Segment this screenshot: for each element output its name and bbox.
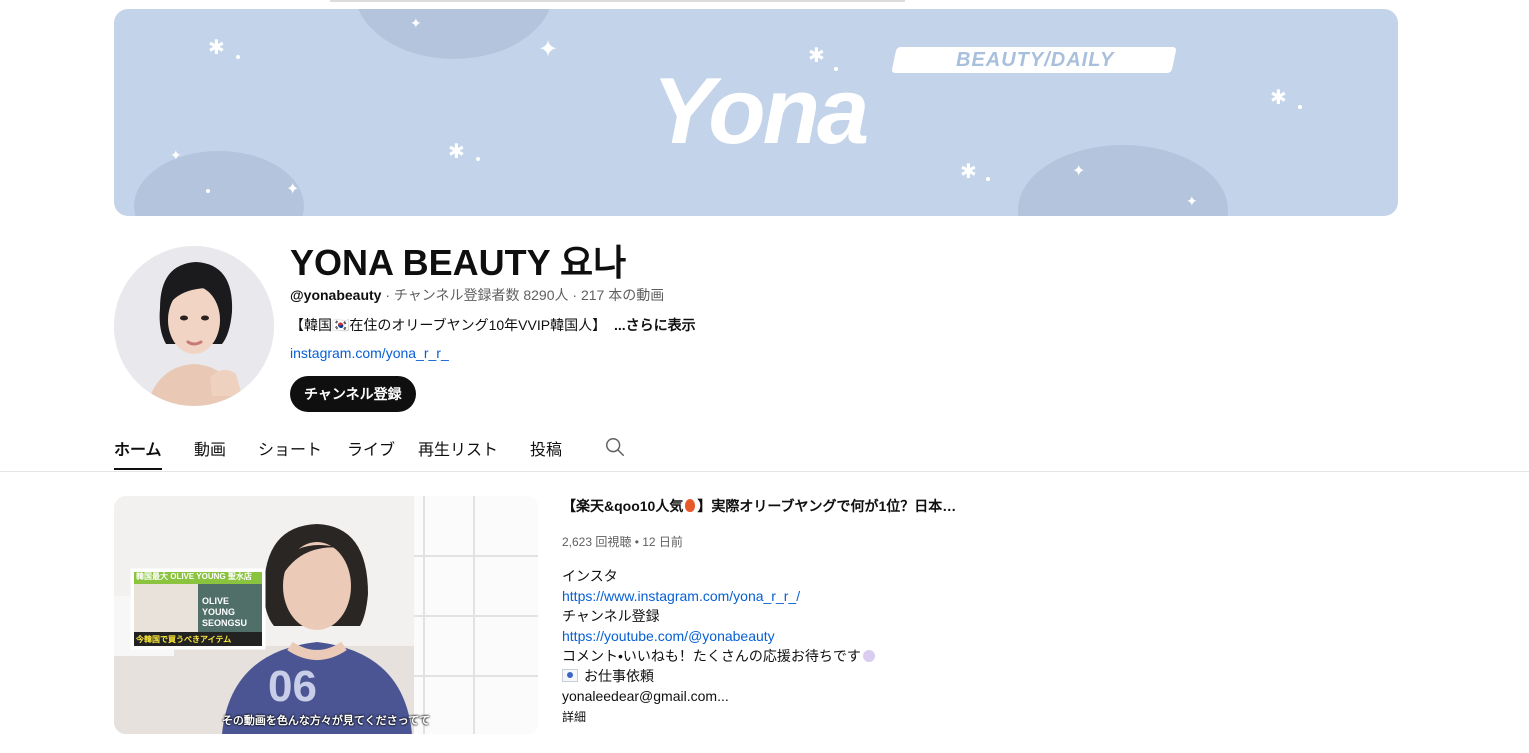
channel-banner: ✱ ✦ ✦ ✱ ✦ ✦ ✱ ✱ ✦ ✦ ✱ BEAUTY/DAILY Yona [114, 9, 1398, 216]
description-youtube-link[interactable]: https://youtube.com/@yonabeauty [562, 628, 775, 644]
channel-handle: @yonabeauty [290, 287, 382, 303]
thumbnail-card-top: 韓国最大 OLIVE YOUNG 聖水店 [136, 572, 252, 581]
search-icon[interactable] [604, 436, 626, 458]
description-line: yonaleedear@gmail.com... [562, 688, 729, 704]
banner-blob [354, 9, 554, 59]
thumbnail-subtitle: その動画を色んな方々が見てくださってて [221, 715, 431, 727]
sparkle-icon: ✦ [538, 35, 559, 63]
channel-avatar[interactable] [114, 246, 274, 406]
show-more-link[interactable]: ...さらに表示 [614, 317, 696, 333]
subscribe-button[interactable]: チャンネル登録 [290, 376, 416, 412]
description-instagram-link[interactable]: https://www.instagram.com/yona_r_r_/ [562, 588, 800, 604]
thumbnail-scene [114, 496, 538, 734]
description-line: コメント•いいねも！たくさんの応援お待ちです [562, 646, 875, 666]
tab-posts[interactable]: 投稿 [530, 436, 562, 460]
featured-video-description: インスタ https://www.instagram.com/yona_r_r_… [562, 566, 875, 706]
sparkle-icon: ✦ [1186, 194, 1198, 210]
sparkle-dot [236, 55, 240, 59]
banner-tagline: BEAUTY/DAILY [956, 49, 1115, 71]
sparkle-dot [476, 157, 480, 161]
top-scrollbar-edge [330, 0, 905, 2]
channel-description-text: 【韓国🇰🇷在住のオリーブヤング10年VVIP韓国人】 [290, 317, 607, 333]
sparkle-icon: ✦ [170, 148, 182, 164]
sparkle-dot [986, 177, 990, 181]
video-title-suffix: 】実際オリーブヤングで何が1位？日本… [697, 498, 957, 514]
description-line: お仕事依頼 [562, 666, 875, 686]
heart-icon [862, 650, 875, 662]
details-link[interactable]: 詳細 [562, 708, 586, 725]
sparkle-icon: ✱ [448, 139, 465, 163]
sparkle-icon: ✦ [1072, 161, 1086, 180]
thumbnail-shirt-number: 06 [268, 662, 317, 711]
featured-video-stats: 2,623 回視聴 • 12 日前 [562, 535, 683, 549]
sparkle-dot [206, 189, 210, 193]
sparkle-icon: ✱ [208, 35, 225, 59]
tab-live[interactable]: ライブ [347, 436, 395, 460]
thumbnail-card-store: OLIVE YOUNG SEONGSU [202, 596, 248, 628]
channel-stats: · チャンネル登録者数 8290人 · 217 本の動画 [381, 287, 665, 303]
sparkle-icon: ✦ [286, 179, 300, 198]
description-work-text: お仕事依頼 [584, 668, 654, 684]
featured-video-thumbnail[interactable]: 韓国最大 OLIVE YOUNG 聖水店 OLIVE YOUNG SEONGSU… [114, 496, 538, 734]
active-tab-indicator [114, 468, 162, 470]
channel-meta: @yonabeauty · チャンネル登録者数 8290人 · 217 本の動画 [290, 285, 664, 305]
korea-flag-icon [562, 669, 578, 682]
sparkle-icon: ✱ [960, 159, 977, 183]
tabs-divider [0, 471, 1529, 472]
video-title-prefix: 【楽天&qoo10人気 [562, 498, 684, 514]
sparkle-icon: ✱ [1270, 85, 1287, 109]
channel-external-link[interactable]: instagram.com/yona_r_r_ [290, 345, 449, 361]
tab-shorts[interactable]: ショート [258, 436, 322, 460]
tab-home[interactable]: ホーム [114, 436, 162, 460]
tab-playlists[interactable]: 再生リスト [418, 436, 498, 460]
banner-blob [134, 151, 304, 216]
featured-video-title[interactable]: 【楽天&qoo10人気 】実際オリーブヤングで何が1位？日本… [562, 496, 956, 516]
channel-description[interactable]: 【韓国🇰🇷在住のオリーブヤング10年VVIP韓国人】 ...さらに表示 [290, 315, 696, 335]
avatar-portrait [114, 246, 274, 406]
description-line: インスタ [562, 568, 618, 584]
sparkle-icon: ✦ [410, 16, 422, 32]
tab-videos[interactable]: 動画 [194, 436, 226, 460]
sparkle-dot [1298, 105, 1302, 109]
description-comment-text: コメント•いいねも！たくさんの応援お待ちです [562, 648, 861, 664]
description-line: チャンネル登録 [562, 608, 660, 624]
thumbnail-card-bottom: 今韓国で買うべきアイテム [136, 635, 232, 644]
channel-name: YONA BEAUTY 요나 [290, 242, 627, 283]
fire-icon [685, 499, 696, 512]
banner-logo-text: Yona [652, 58, 869, 163]
